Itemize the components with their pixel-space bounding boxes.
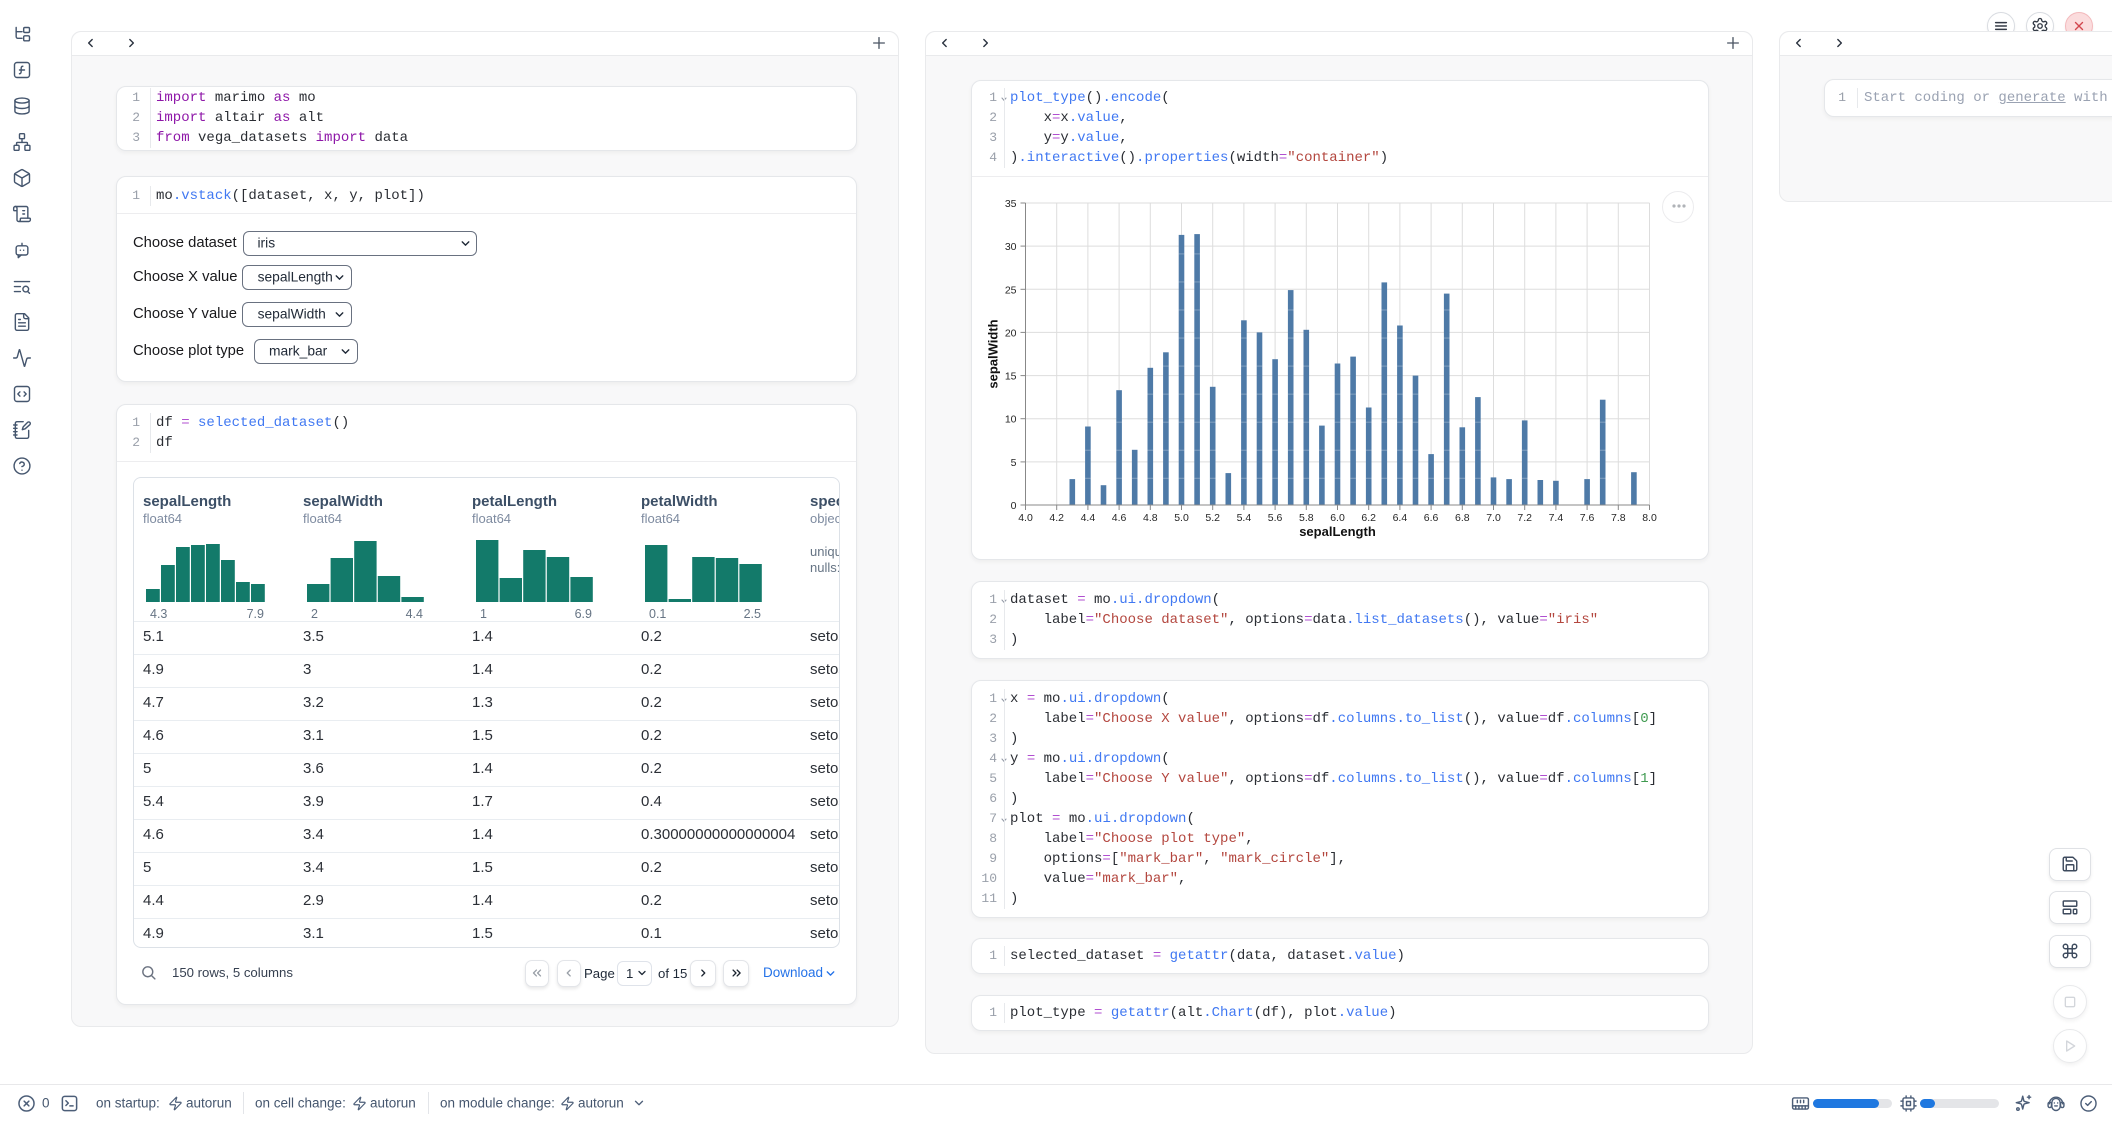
svg-text:6.2: 6.2: [1361, 512, 1376, 524]
svg-text:20: 20: [1005, 327, 1017, 339]
svg-text:6.0: 6.0: [1330, 512, 1345, 524]
svg-text:4.6: 4.6: [1112, 512, 1127, 524]
svg-text:5.4: 5.4: [1237, 512, 1252, 524]
svg-text:7.0: 7.0: [1486, 512, 1501, 524]
svg-text:7.8: 7.8: [1611, 512, 1626, 524]
svg-text:25: 25: [1005, 284, 1017, 296]
svg-text:7.6: 7.6: [1580, 512, 1595, 524]
svg-text:5.6: 5.6: [1268, 512, 1283, 524]
svg-text:6.8: 6.8: [1455, 512, 1470, 524]
svg-text:7.2: 7.2: [1517, 512, 1532, 524]
svg-text:35: 35: [1005, 198, 1017, 210]
svg-text:6.4: 6.4: [1393, 512, 1408, 524]
svg-text:7.4: 7.4: [1549, 512, 1564, 524]
svg-text:5: 5: [1011, 457, 1017, 469]
svg-text:15: 15: [1005, 371, 1017, 383]
svg-text:5.0: 5.0: [1174, 512, 1189, 524]
svg-text:30: 30: [1005, 241, 1017, 253]
svg-text:8.0: 8.0: [1642, 512, 1657, 524]
svg-text:4.2: 4.2: [1049, 512, 1064, 524]
svg-text:sepalLength: sepalLength: [1299, 524, 1376, 539]
svg-text:5.2: 5.2: [1205, 512, 1220, 524]
svg-text:6.6: 6.6: [1424, 512, 1439, 524]
svg-text:sepalWidth: sepalWidth: [986, 319, 1001, 388]
svg-text:10: 10: [1005, 414, 1017, 426]
svg-text:0: 0: [1011, 500, 1017, 512]
svg-text:4.4: 4.4: [1081, 512, 1096, 524]
svg-text:4.8: 4.8: [1143, 512, 1158, 524]
svg-text:5.8: 5.8: [1299, 512, 1314, 524]
svg-text:4.0: 4.0: [1018, 512, 1033, 524]
